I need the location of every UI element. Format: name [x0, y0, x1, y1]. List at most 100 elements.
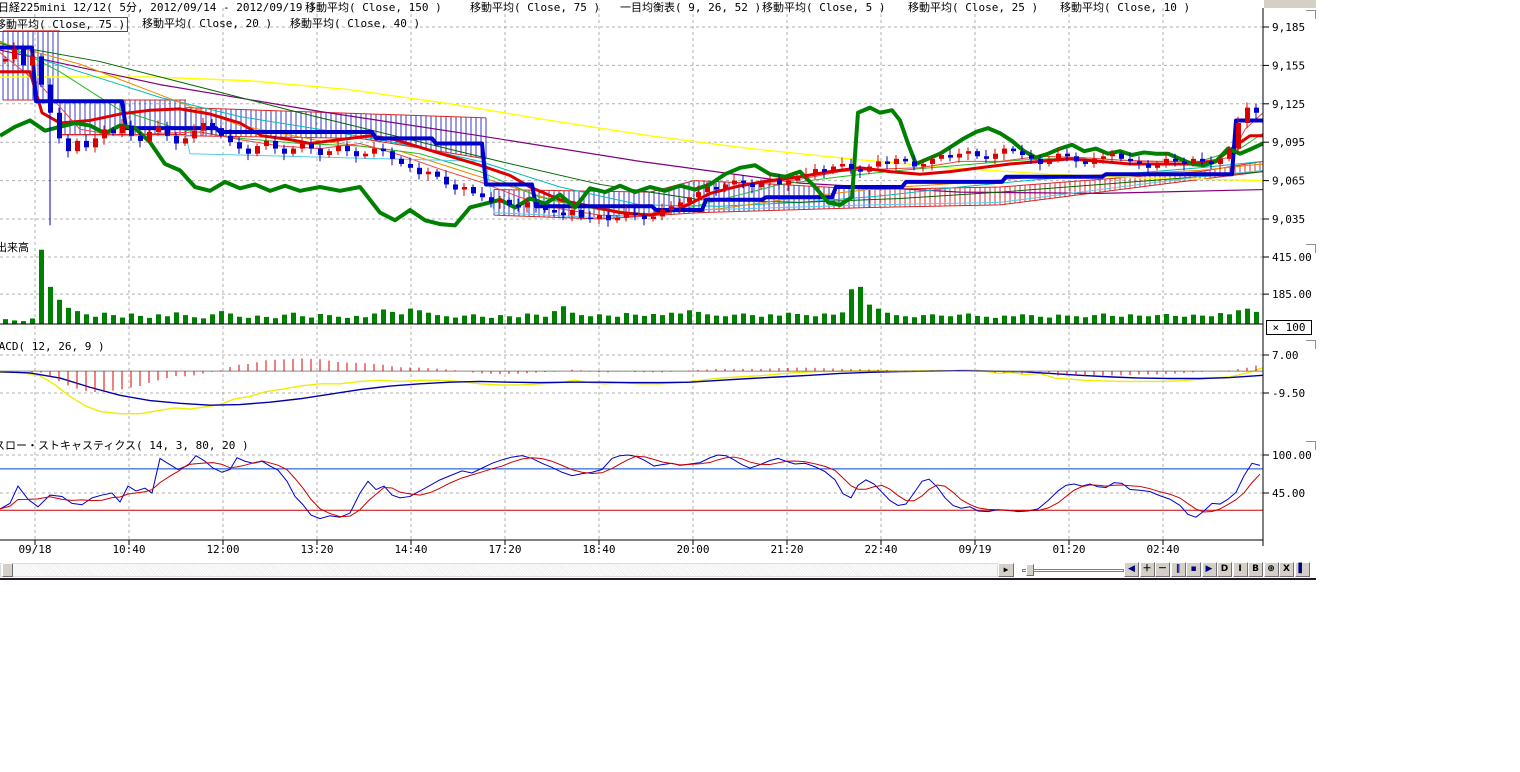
volume-bar: [399, 314, 404, 324]
zoom-slider-track[interactable]: [1022, 569, 1124, 572]
axis-tick-label: 9,095: [1272, 136, 1305, 149]
candle-body: [849, 164, 854, 169]
candle-body: [714, 187, 719, 190]
candle-body: [876, 161, 881, 166]
candle-body: [1020, 151, 1025, 155]
time-axis-label: 22:40: [864, 543, 897, 556]
volume-bar: [957, 315, 962, 324]
volume-bar: [93, 317, 98, 324]
volume-bar: [849, 289, 854, 324]
volume-bar: [237, 317, 242, 324]
zoom-in-button[interactable]: ＋: [1140, 562, 1155, 577]
candle-body: [318, 149, 323, 155]
skip-start-button[interactable]: ◀: [1124, 562, 1139, 577]
candle-body: [921, 164, 926, 167]
candle-body: [192, 131, 197, 139]
volume-bar: [318, 314, 323, 324]
volume-bar: [642, 316, 647, 324]
volume-bar: [426, 313, 431, 324]
play-button[interactable]: ▶: [1202, 562, 1217, 577]
volume-bar: [1092, 315, 1097, 324]
axis-tick-label: 9,185: [1272, 21, 1305, 34]
candle-body: [678, 202, 683, 206]
volume-bar: [570, 313, 575, 324]
volume-bar: [1011, 316, 1016, 324]
candle-body: [1065, 154, 1070, 157]
volume-bar: [1056, 315, 1061, 324]
indicator-label-r1-1[interactable]: 移動平均( Close, 150 ): [305, 1, 442, 14]
x-button[interactable]: X: [1279, 562, 1294, 577]
indicator-label-r2-0[interactable]: 移動平均( Close, 75 ): [0, 17, 128, 32]
volume-bar: [1254, 312, 1259, 324]
volume-bar: [201, 318, 206, 324]
candle-body: [111, 129, 116, 133]
volume-bar: [795, 314, 800, 324]
i-mode-button[interactable]: I: [1233, 562, 1248, 577]
bars-button[interactable]: ‖: [1171, 562, 1186, 577]
candle-body: [1047, 159, 1052, 164]
candle-body: [1245, 108, 1250, 123]
horizontal-scrollbar-track[interactable]: [0, 563, 998, 577]
chart-canvas[interactable]: 9,1859,1559,1259,0959,0659,035415.00185.…: [0, 0, 1316, 560]
volume-bar: [129, 314, 134, 324]
volume-bar: [417, 310, 422, 324]
candle-body: [309, 143, 314, 148]
volume-bar: [1200, 316, 1205, 324]
crosshair-button[interactable]: ⊕: [1264, 562, 1279, 577]
indicator-label-r1-0[interactable]: 日経225mini 12/12( 5分, 2012/09/14 - 2012/0…: [0, 1, 316, 14]
candle-body: [1110, 154, 1115, 157]
time-axis-label: 21:20: [770, 543, 803, 556]
horizontal-scrollbar-thumb[interactable]: [2, 563, 13, 577]
volume-bar: [993, 318, 998, 324]
dot-button[interactable]: ▪: [1186, 562, 1201, 577]
volume-bar: [678, 314, 683, 324]
indicator-label-r1-5[interactable]: 移動平均( Close, 25 ): [908, 1, 1038, 14]
candle-body: [3, 59, 8, 62]
candle-body: [768, 179, 773, 182]
axis-tick-label: 9,155: [1272, 59, 1305, 72]
volume-bar: [660, 315, 665, 324]
volume-bar: [822, 314, 827, 324]
candle-body: [453, 184, 458, 189]
zoom-out-button[interactable]: －: [1155, 562, 1170, 577]
axis-tick-label: 7.00: [1272, 349, 1299, 362]
indicator-label-r1-6[interactable]: 移動平均( Close, 10 ): [1060, 1, 1190, 14]
indicator-label-r1-2[interactable]: 移動平均( Close, 75 ): [470, 1, 600, 14]
volume-bar: [498, 315, 503, 324]
indicator-label-r2-1[interactable]: 移動平均( Close, 20 ): [142, 17, 272, 30]
volume-bar: [633, 315, 638, 324]
volume-bar: [246, 318, 251, 324]
clipped-button[interactable]: ▌: [1295, 562, 1310, 577]
candle-body: [120, 126, 125, 134]
volume-bar: [1146, 316, 1151, 324]
candle-body: [615, 218, 620, 221]
candle-body: [1227, 149, 1232, 159]
volume-bar: [516, 317, 521, 324]
volume-bar: [1227, 314, 1232, 324]
volume-bar: [696, 312, 701, 324]
candle-body: [417, 168, 422, 174]
indicator-label-r2-2[interactable]: 移動平均( Close, 40 ): [290, 17, 420, 30]
scrollbar-right-arrow-button[interactable]: ▶: [998, 563, 1014, 577]
volume-bar: [480, 317, 485, 324]
volume-bar: [930, 314, 935, 324]
d-mode-button[interactable]: D: [1217, 562, 1232, 577]
pane-corner-mark: [1306, 441, 1316, 450]
candle-body: [669, 206, 674, 210]
volume-bar: [435, 315, 440, 324]
candle-body: [183, 138, 188, 143]
indicator-label-r1-4[interactable]: 移動平均( Close, 5 ): [762, 1, 885, 14]
volume-bar: [912, 317, 917, 324]
candle-body: [255, 146, 260, 154]
axis-tick-label: 9,065: [1272, 175, 1305, 188]
candle-body: [1119, 154, 1124, 159]
candle-body: [975, 151, 980, 156]
volume-bar: [255, 316, 260, 324]
b-mode-button[interactable]: B: [1248, 562, 1263, 577]
candle-body: [282, 149, 287, 154]
candle-body: [273, 141, 278, 149]
candle-body: [1038, 159, 1043, 164]
zoom-slider-thumb[interactable]: [1026, 564, 1034, 576]
candle-body: [993, 154, 998, 159]
indicator-label-r1-3[interactable]: 一目均衡表( 9, 26, 52 ): [620, 1, 761, 14]
